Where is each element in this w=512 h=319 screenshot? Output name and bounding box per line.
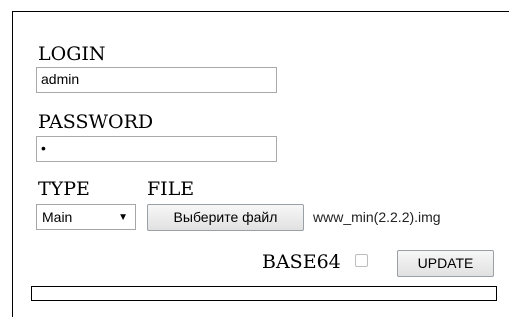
file-label: FILE xyxy=(147,178,195,200)
progress-bar xyxy=(31,286,497,301)
choose-file-button[interactable]: Выберите файл xyxy=(147,204,304,231)
password-label: PASSWORD xyxy=(38,111,154,133)
update-button[interactable]: UPDATE xyxy=(397,250,494,277)
type-select[interactable]: Main ▼ xyxy=(36,204,136,230)
dropdown-arrow-icon: ▼ xyxy=(118,212,128,223)
type-label: TYPE xyxy=(38,178,90,200)
base64-checkbox[interactable] xyxy=(355,254,368,267)
type-select-value: Main xyxy=(42,209,73,225)
login-field[interactable]: admin xyxy=(36,67,277,93)
base64-label: BASE64 xyxy=(262,251,341,273)
password-field[interactable]: • xyxy=(36,136,277,162)
file-name: www_min(2.2.2).img xyxy=(313,209,441,225)
login-label: LOGIN xyxy=(38,43,106,65)
